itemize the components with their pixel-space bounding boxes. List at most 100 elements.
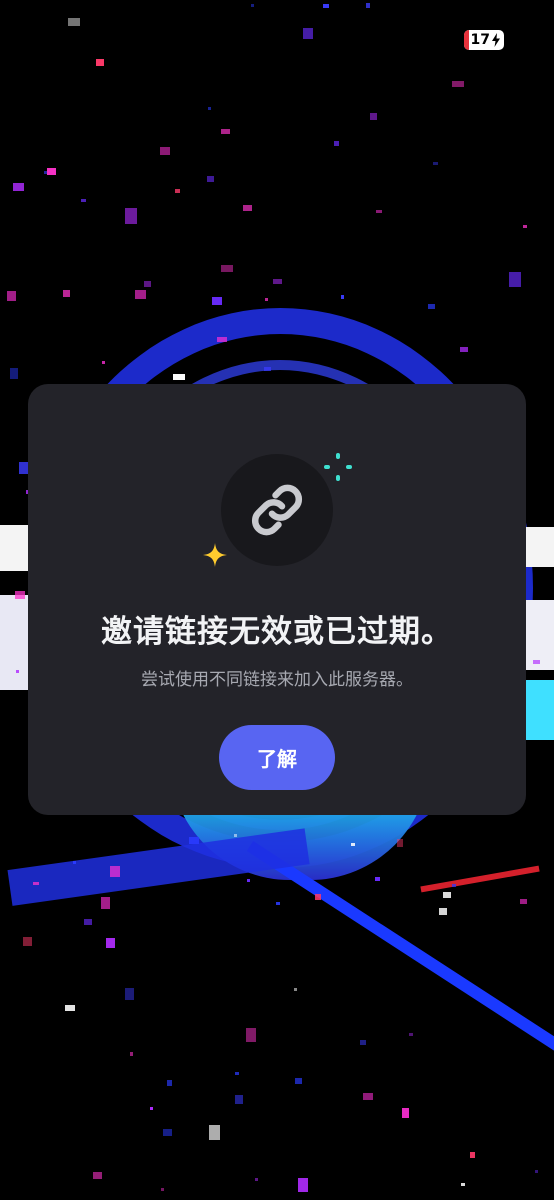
pixel-star	[243, 205, 252, 211]
pixel-star	[173, 374, 185, 380]
invite-invalid-dialog: 邀请链接无效或已过期。 尝试使用不同链接来加入此服务器。 了解	[28, 384, 526, 815]
pixel-star	[520, 899, 527, 904]
pixel-star	[273, 279, 282, 284]
pixel-star	[208, 107, 211, 110]
status-bar: 17	[463, 30, 504, 50]
pixel-star	[167, 1080, 172, 1086]
pixel-star	[221, 129, 230, 134]
pixel-star	[101, 897, 110, 909]
pixel-star	[221, 265, 233, 272]
pixel-star	[452, 884, 456, 887]
sparkle-teal-icon	[324, 453, 352, 481]
pixel-star	[235, 1095, 243, 1104]
pixel-star	[144, 281, 151, 287]
pixel-star	[443, 892, 451, 898]
invite-invalid-screen: 17 邀请链接无效或已过期。 尝试使用不同链接来加入此服务器。 了解	[0, 0, 554, 1200]
pixel-star	[175, 189, 180, 193]
pixel-star	[110, 866, 120, 877]
pixel-star	[106, 938, 115, 948]
pixel-star	[16, 670, 19, 673]
pixel-star	[295, 1078, 302, 1084]
background-white-band	[0, 595, 30, 690]
pixel-star	[209, 1125, 220, 1140]
battery-low-indicator	[463, 30, 469, 50]
pixel-star	[44, 171, 47, 174]
pixel-star	[130, 1052, 133, 1056]
pixel-star	[47, 168, 56, 175]
pixel-star	[360, 1040, 366, 1045]
battery-level: 17	[470, 32, 490, 48]
link-icon-badge	[221, 454, 333, 566]
pixel-star	[265, 298, 268, 301]
pixel-star	[150, 1107, 153, 1110]
pixel-star	[235, 1072, 239, 1075]
pixel-star	[93, 1172, 102, 1179]
pixel-star	[323, 4, 329, 8]
pixel-star	[433, 162, 438, 165]
pixel-star	[125, 208, 137, 224]
pixel-star	[135, 290, 146, 299]
pixel-star	[102, 361, 105, 364]
pixel-star	[452, 81, 464, 87]
pixel-star	[163, 1129, 172, 1136]
pixel-star	[334, 141, 339, 146]
pixel-star	[247, 879, 250, 882]
pixel-star	[428, 304, 435, 309]
pixel-star	[509, 272, 521, 287]
pixel-star	[523, 225, 527, 228]
background-beam-left	[7, 828, 310, 906]
pixel-star	[13, 183, 24, 191]
pixel-star	[81, 199, 86, 202]
pixel-star	[402, 1108, 409, 1118]
pixel-star	[161, 1188, 164, 1191]
pixel-star	[470, 1152, 475, 1158]
pixel-star	[366, 3, 370, 8]
link-icon	[251, 484, 303, 536]
pixel-star	[84, 919, 92, 925]
background-red-streak	[420, 865, 540, 893]
pixel-star	[96, 59, 104, 66]
pixel-star	[264, 367, 271, 371]
pixel-star	[376, 210, 382, 213]
pixel-star	[276, 902, 280, 905]
pixel-star	[234, 834, 237, 837]
pixel-star	[189, 837, 199, 844]
pixel-star	[73, 861, 76, 864]
pixel-star	[439, 908, 447, 915]
pixel-star	[15, 591, 25, 599]
pixel-star	[535, 1170, 538, 1173]
pixel-star	[251, 4, 254, 7]
pixel-star	[315, 894, 321, 900]
pixel-star	[294, 988, 297, 991]
pixel-star	[375, 877, 380, 881]
pixel-star	[351, 843, 355, 846]
pixel-star	[23, 937, 32, 946]
pixel-star	[363, 1093, 373, 1100]
got-it-button[interactable]: 了解	[219, 725, 335, 790]
pixel-star	[397, 839, 403, 847]
dialog-title: 邀请链接无效或已过期。	[101, 614, 453, 650]
pixel-star	[212, 297, 222, 305]
battery-charging-icon: 17	[463, 30, 504, 50]
pixel-star	[341, 295, 344, 299]
pixel-star	[33, 882, 39, 885]
dialog-subtitle: 尝试使用不同链接来加入此服务器。	[141, 670, 413, 690]
background-cyan-block	[526, 680, 554, 740]
pixel-star	[65, 1005, 75, 1011]
sparkle-yellow-icon	[203, 543, 227, 567]
pixel-star	[125, 988, 134, 1000]
pixel-star	[68, 18, 80, 26]
bolt-icon	[492, 33, 500, 47]
pixel-star	[160, 147, 170, 155]
pixel-star	[533, 660, 540, 664]
pixel-star	[461, 1183, 465, 1186]
pixel-star	[63, 290, 70, 297]
pixel-star	[298, 1178, 308, 1192]
pixel-star	[246, 1028, 256, 1042]
pixel-star	[7, 291, 16, 301]
pixel-star	[460, 347, 468, 352]
pixel-star	[409, 1033, 413, 1036]
pixel-star	[10, 368, 18, 379]
pixel-star	[207, 176, 214, 182]
pixel-star	[255, 1178, 258, 1181]
